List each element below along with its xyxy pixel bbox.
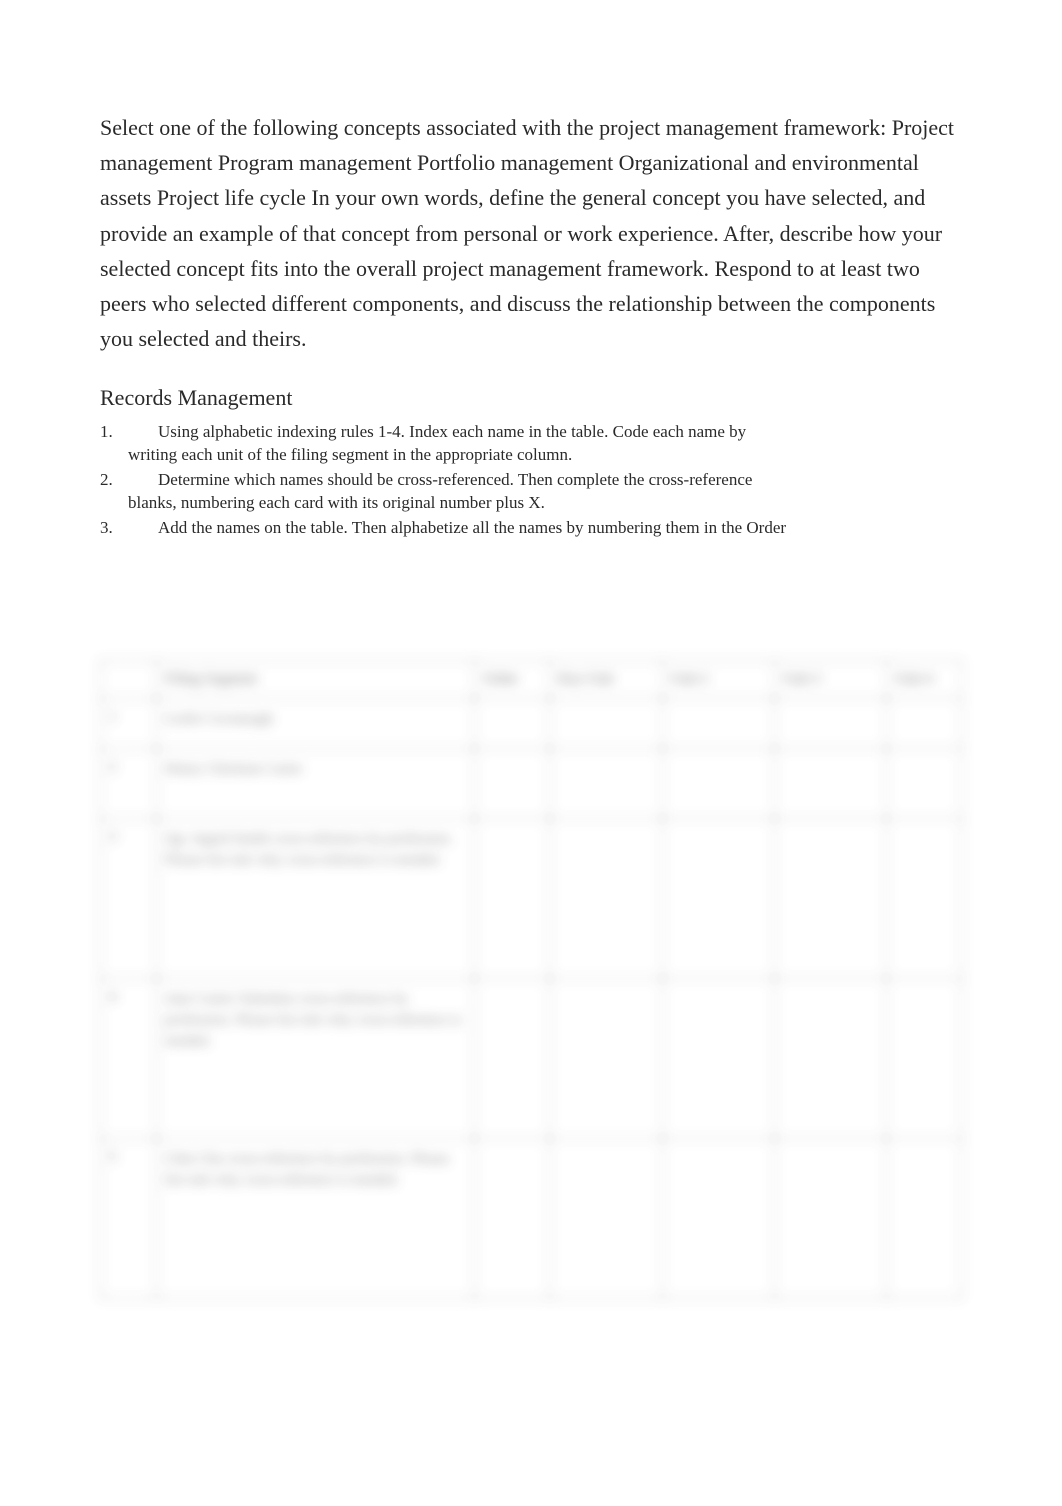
cell-segment: Henry Christian Carter	[157, 748, 475, 818]
blurred-table-region: Filing Segment Order Key Unit Unit 2 Uni…	[100, 660, 962, 1299]
table-header-row: Filing Segment Order Key Unit Unit 2 Uni…	[101, 660, 962, 698]
document-page: Select one of the following concepts ass…	[0, 0, 1062, 1339]
indexing-table: Filing Segment Order Key Unit Unit 2 Uni…	[100, 660, 962, 1299]
cell-num: 3	[101, 818, 157, 978]
cell-num: 1	[101, 698, 157, 748]
th-order: Order	[475, 660, 550, 698]
cell-num: 4	[101, 978, 157, 1138]
cell-segment: Sgt. Ingrid Smith cross-reference by pro…	[157, 818, 475, 978]
numbered-list: 1. Using alphabetic indexing rules 1-4. …	[100, 421, 962, 540]
list-number: 3.	[100, 517, 128, 540]
list-number: 2.	[100, 469, 128, 515]
table-row: 5 Chin Chu cross-reference by profession…	[101, 1138, 962, 1298]
list-text-line2: writing each unit of the filing segment …	[128, 444, 962, 467]
table-row: 3 Sgt. Ingrid Smith cross-reference by p…	[101, 818, 962, 978]
table-row: 2 Henry Christian Carter	[101, 748, 962, 818]
cell-segment: Jane Carter-Valentine cross-reference by…	[157, 978, 475, 1138]
th-unit-2: Unit 2	[662, 660, 774, 698]
list-text-line2: blanks, numbering each card with its ori…	[128, 492, 962, 515]
th-unit-3: Unit 3	[774, 660, 886, 698]
main-paragraph: Select one of the following concepts ass…	[100, 110, 962, 356]
th-filing-segment: Filing Segment	[157, 660, 475, 698]
subheading-records-management: Records Management	[100, 384, 962, 413]
list-text-line1: Determine which names should be cross-re…	[158, 470, 752, 489]
cell-segment: Chin Chu cross-reference by profession. …	[157, 1138, 475, 1298]
list-item-1: 1. Using alphabetic indexing rules 1-4. …	[100, 421, 962, 467]
list-text-line1: Add the names on the table. Then alphabe…	[158, 518, 786, 537]
th-key-unit: Key Unit	[550, 660, 662, 698]
cell-num: 2	[101, 748, 157, 818]
th-unit-4: Unit 4	[887, 660, 962, 698]
th-blank	[101, 660, 157, 698]
cell-segment: Leslie Cavanaugh	[157, 698, 475, 748]
cell-num: 5	[101, 1138, 157, 1298]
list-item-2: 2. Determine which names should be cross…	[100, 469, 962, 515]
list-text-line1: Using alphabetic indexing rules 1-4. Ind…	[158, 422, 746, 441]
list-item-3: 3. Add the names on the table. Then alph…	[100, 517, 962, 540]
list-number: 1.	[100, 421, 128, 467]
table-row: 4 Jane Carter-Valentine cross-reference …	[101, 978, 962, 1138]
table-row: 1 Leslie Cavanaugh	[101, 698, 962, 748]
